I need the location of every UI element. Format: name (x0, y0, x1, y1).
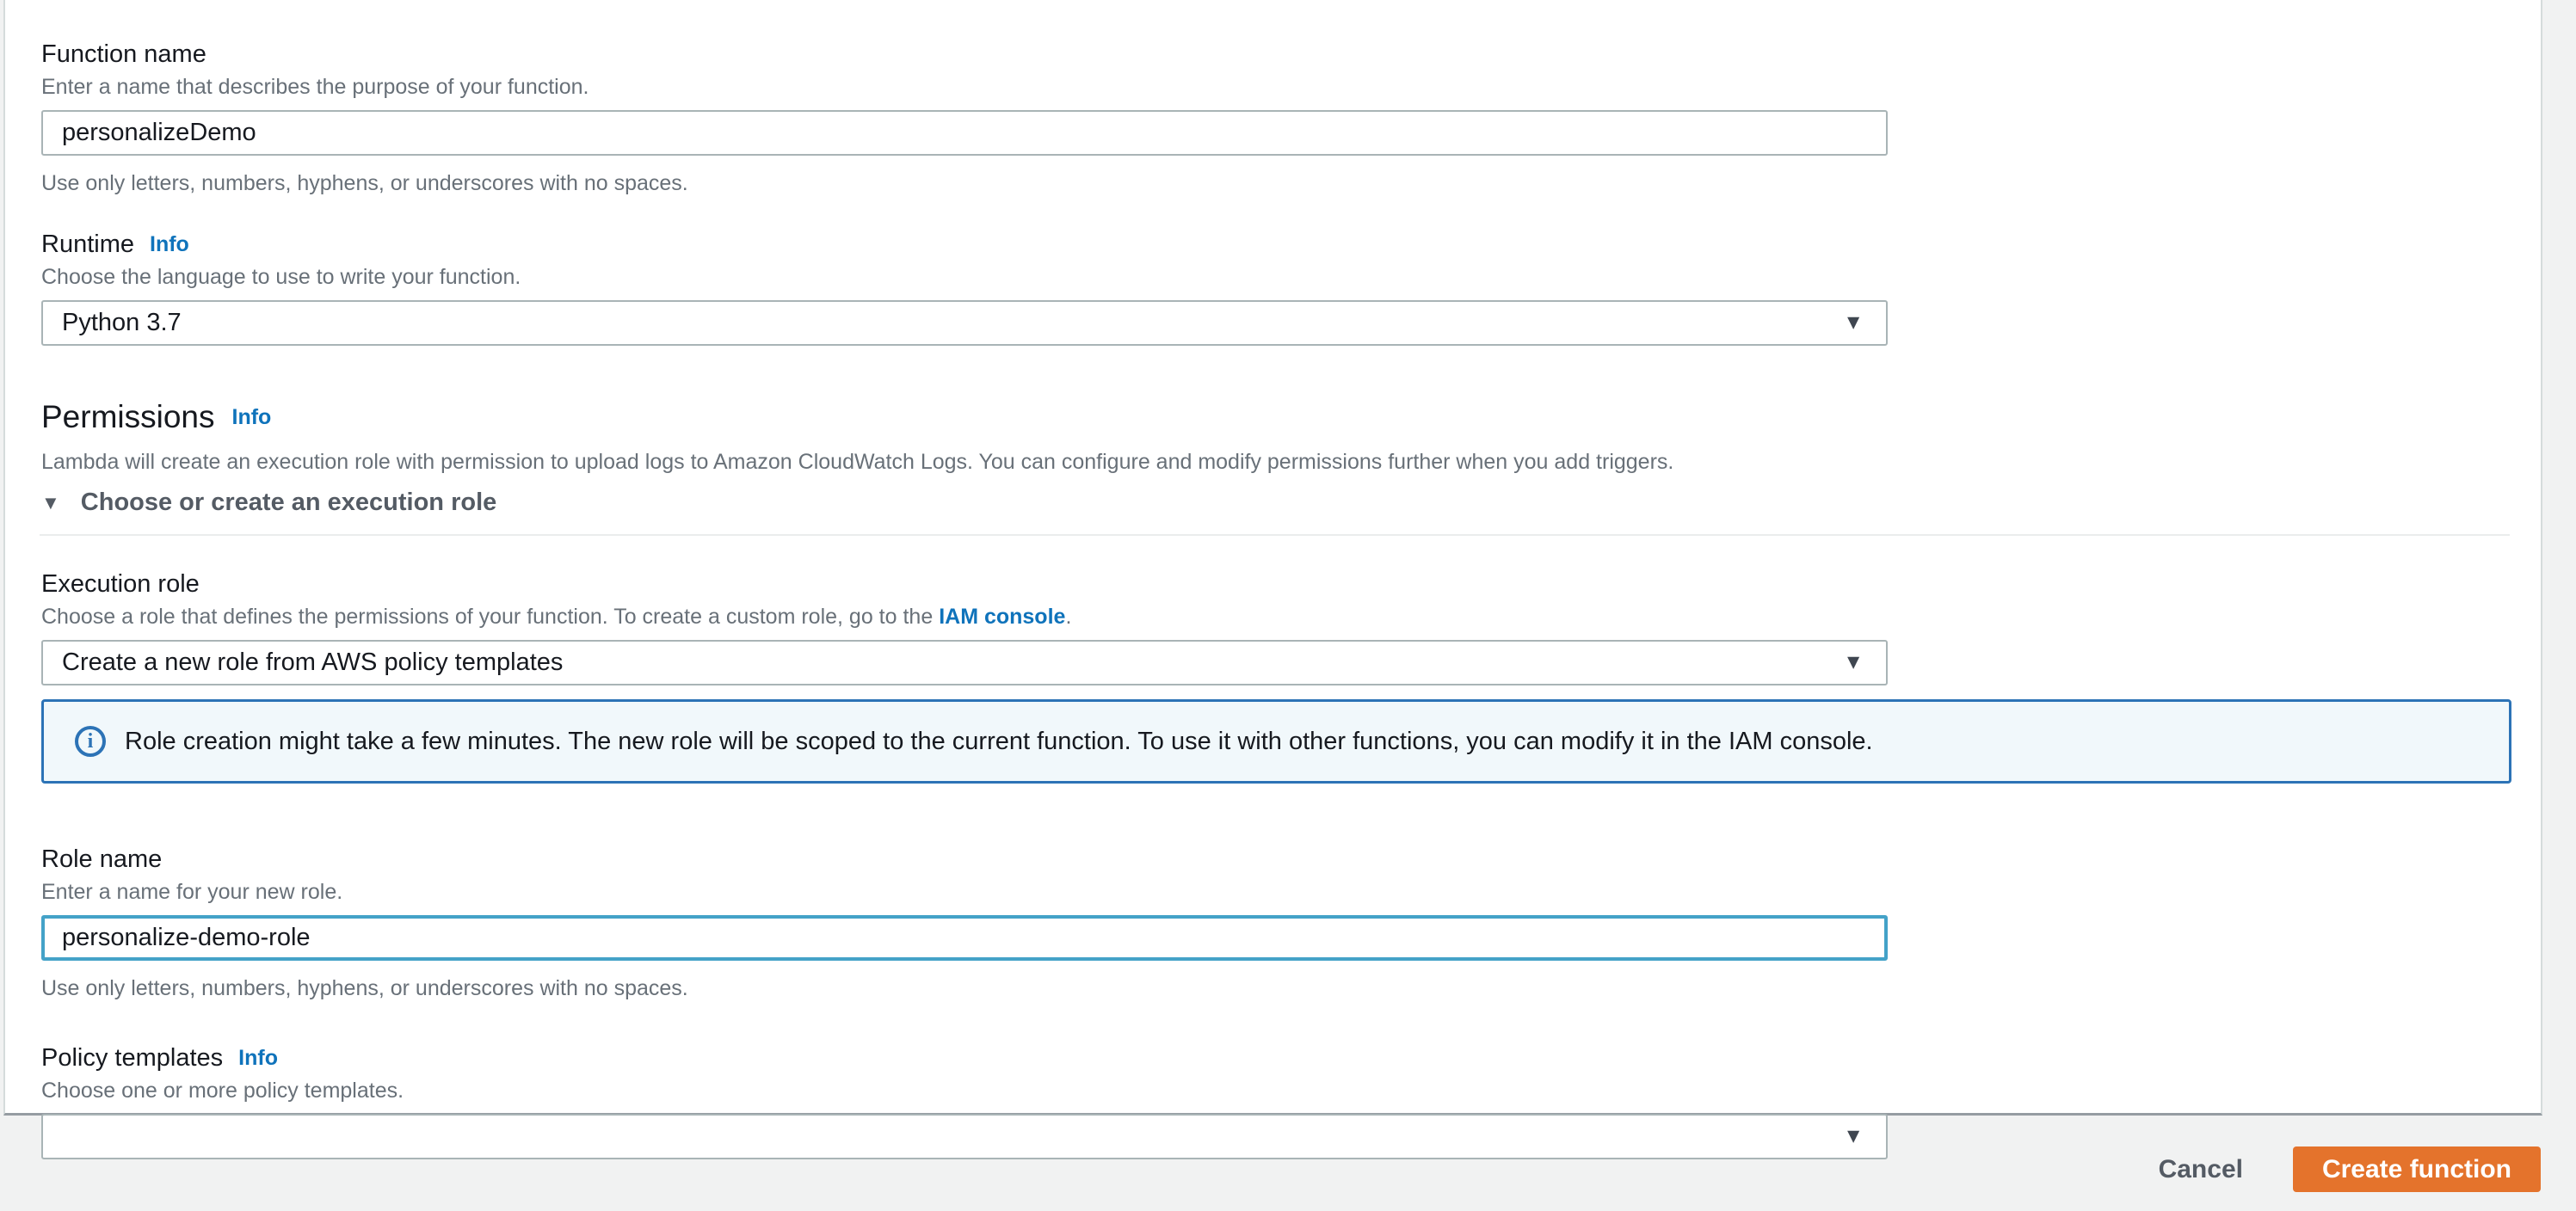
policy-templates-field: Policy templates Info Choose one or more… (41, 1042, 2508, 1159)
caret-down-icon: ▼ (41, 491, 60, 513)
execution-role-expander-label: Choose or create an execution role (80, 489, 497, 516)
permissions-description: Lambda will create an execution role wit… (41, 450, 1674, 474)
policy-templates-description: Choose one or more policy templates. (41, 1079, 404, 1103)
dropdown-arrow-icon: ▼ (1843, 649, 1864, 673)
function-name-input[interactable] (41, 110, 1888, 156)
runtime-selected-value: Python 3.7 (62, 309, 182, 336)
runtime-select[interactable]: Python 3.7 ▼ (41, 300, 1888, 346)
function-name-label: Function name (41, 40, 206, 68)
runtime-field: Runtime Info Choose the language to use … (41, 229, 2508, 346)
policy-templates-label: Policy templates (41, 1044, 224, 1072)
execution-role-selected-value: Create a new role from AWS policy templa… (62, 649, 564, 676)
permissions-section-header: Permissions Info (41, 397, 2508, 437)
execution-role-label: Execution role (41, 570, 200, 598)
runtime-info-link[interactable]: Info (150, 232, 189, 257)
section-divider (40, 534, 2510, 536)
footer-actions: Cancel Create function (2159, 1146, 2541, 1192)
execution-role-select[interactable]: Create a new role from AWS policy templa… (41, 640, 1888, 685)
function-name-helper: Use only letters, numbers, hyphens, or u… (41, 171, 688, 195)
runtime-label: Runtime (41, 231, 134, 258)
execution-role-field: Execution role Choose a role that define… (41, 569, 2508, 685)
dropdown-arrow-icon: ▼ (1843, 1123, 1864, 1147)
function-name-description: Enter a name that describes the purpose … (41, 75, 589, 99)
role-creation-alert-text: Role creation might take a few minutes. … (125, 728, 1873, 755)
function-name-field: Function name Enter a name that describe… (41, 39, 2508, 196)
iam-console-link[interactable]: IAM console (939, 605, 1065, 629)
role-name-field: Role name Enter a name for your new role… (41, 844, 2508, 1001)
role-name-helper: Use only letters, numbers, hyphens, or u… (41, 976, 688, 1000)
execution-role-expander[interactable]: ▼ Choose or create an execution role (41, 489, 496, 517)
execution-role-description: Choose a role that defines the permissio… (41, 605, 1072, 629)
role-name-label: Role name (41, 845, 163, 873)
cancel-button[interactable]: Cancel (2159, 1155, 2243, 1184)
role-name-description: Enter a name for your new role. (41, 880, 343, 904)
role-name-input[interactable] (41, 915, 1888, 961)
basic-information-panel: Function name Enter a name that describe… (3, 0, 2542, 1159)
info-circle-icon: i (75, 726, 106, 757)
policy-templates-info-link[interactable]: Info (238, 1046, 278, 1071)
runtime-description: Choose the language to use to write your… (41, 265, 521, 289)
permissions-info-link[interactable]: Info (232, 405, 272, 430)
dropdown-arrow-icon: ▼ (1843, 310, 1864, 334)
permissions-heading: Permissions (41, 399, 215, 434)
policy-templates-select[interactable]: ▼ (41, 1114, 1888, 1159)
create-function-button[interactable]: Create function (2292, 1146, 2541, 1192)
role-creation-alert: i Role creation might take a few minutes… (41, 699, 2511, 784)
